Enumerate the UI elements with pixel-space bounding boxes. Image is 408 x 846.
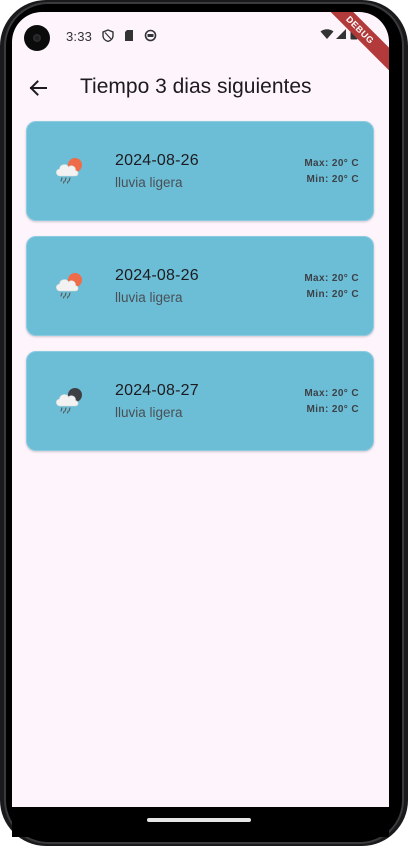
- forecast-card[interactable]: 2024-08-26 lluvia ligera Max: 20° C Min:…: [26, 236, 374, 336]
- temp-min: Min: 20° C: [306, 404, 359, 415]
- rain-cloud-sun-icon: [56, 158, 82, 184]
- app-screen: 3:33 DEBUG Tiempo 3 dias siguientes 2024…: [12, 12, 389, 807]
- forecast-date: 2024-08-26: [115, 152, 199, 169]
- forecast-description: lluvia ligera: [115, 175, 183, 190]
- signal-icon: [336, 29, 346, 39]
- sync-icon: [144, 29, 157, 42]
- back-button[interactable]: [24, 74, 52, 102]
- temp-min: Min: 20° C: [306, 289, 359, 300]
- front-camera: [24, 25, 50, 51]
- forecast-card[interactable]: 2024-08-26 lluvia ligera Max: 20° C Min:…: [26, 121, 374, 221]
- temp-max: Max: 20° C: [304, 158, 359, 169]
- forecast-description: lluvia ligera: [115, 290, 183, 305]
- forecast-date: 2024-08-27: [115, 382, 199, 399]
- home-indicator[interactable]: [147, 818, 251, 822]
- debug-banner: DEBUG: [315, 12, 389, 75]
- rain-cloud-moon-icon: [56, 388, 82, 414]
- shield-icon: [102, 29, 114, 42]
- temp-max: Max: 20° C: [304, 388, 359, 399]
- sim-card-icon: [125, 30, 133, 41]
- forecast-card[interactable]: 2024-08-27 lluvia ligera Max: 20° C Min:…: [26, 351, 374, 451]
- arrow-left-icon: [29, 80, 47, 96]
- wifi-icon: [320, 29, 334, 39]
- rain-cloud-sun-icon: [56, 273, 82, 299]
- navigation-bar: [12, 807, 389, 837]
- forecast-date: 2024-08-26: [115, 267, 199, 284]
- forecast-description: lluvia ligera: [115, 405, 183, 420]
- temp-max: Max: 20° C: [304, 273, 359, 284]
- temp-min: Min: 20° C: [306, 174, 359, 185]
- status-time: 3:33: [66, 29, 93, 44]
- page-title: Tiempo 3 dias siguientes: [80, 75, 312, 98]
